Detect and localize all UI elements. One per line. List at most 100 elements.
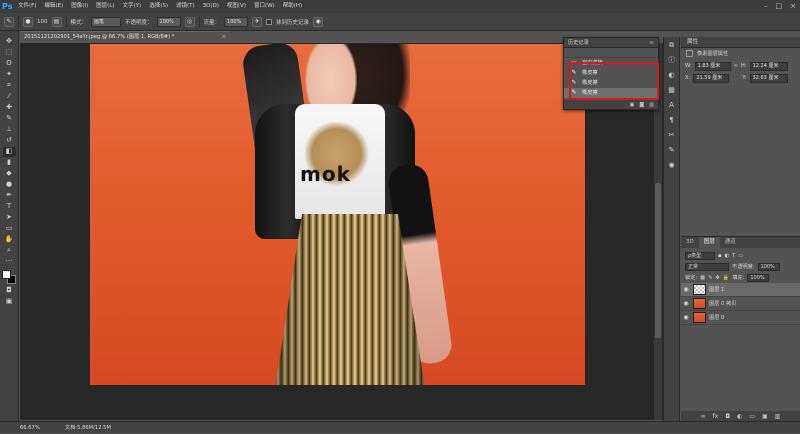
link-layers-icon[interactable]: ∞ <box>701 413 706 420</box>
blend-mode-select[interactable]: 正常 <box>685 262 729 271</box>
eye-icon[interactable]: ◉ <box>681 300 691 307</box>
pressure-size-icon[interactable]: ◉ <box>313 16 324 27</box>
screen-mode-icon[interactable]: ▣ <box>3 297 16 307</box>
new-group-icon[interactable]: ▭ <box>749 413 755 420</box>
quick-select-tool-icon[interactable]: ✦ <box>3 70 16 80</box>
marquee-tool-icon[interactable]: ⬚ <box>3 48 16 58</box>
tab-channels[interactable]: 通道 <box>720 237 741 248</box>
pen-tool-icon[interactable]: ✒ <box>3 191 16 201</box>
lock-transparent-icon[interactable]: ▦ <box>700 275 705 281</box>
menu-select[interactable]: 选择(S) <box>145 0 172 13</box>
menu-window[interactable]: 窗口(W) <box>250 0 279 13</box>
erase-to-history-checkbox[interactable] <box>266 18 273 25</box>
paragraph-panel-icon[interactable]: ¶ <box>667 116 677 125</box>
crop-tool-icon[interactable]: ⌗ <box>3 81 16 91</box>
scrollbar-thumb[interactable] <box>655 183 661 338</box>
fill-input[interactable]: 100% <box>747 273 770 282</box>
lasso-tool-icon[interactable]: ʘ <box>3 59 16 69</box>
panel-menu-icon[interactable]: ≡ <box>650 38 654 48</box>
document-tab[interactable]: 20151121202901_54aYr.jpeg @ 66.7% (图层 1,… <box>20 31 230 42</box>
adjustment-layer-icon[interactable]: ◐ <box>737 413 742 420</box>
airbrush-icon[interactable]: ✈ <box>252 16 263 27</box>
history-panel-icon[interactable]: ⧉ <box>667 41 677 50</box>
type-tool-icon[interactable]: T <box>3 202 16 212</box>
filter-pixel-icon[interactable]: ▪ <box>718 253 722 259</box>
properties-tab[interactable]: 属性 <box>681 37 800 48</box>
zoom-tool-icon[interactable]: ⌕ <box>3 246 16 256</box>
menu-3d[interactable]: 3D(D) <box>199 0 223 13</box>
lock-all-icon[interactable]: 🔒 <box>723 275 729 281</box>
close-window-button[interactable]: × <box>790 0 796 13</box>
path-select-tool-icon[interactable]: ➤ <box>3 213 16 223</box>
menu-filter[interactable]: 滤镜(T) <box>172 0 199 13</box>
dodge-tool-icon[interactable]: ● <box>3 180 16 190</box>
zoom-level[interactable]: 66.67% <box>20 422 40 434</box>
layer-filter-select[interactable]: ρ类型 <box>685 251 715 260</box>
swatches-panel-icon[interactable]: ▦ <box>667 86 677 95</box>
new-document-from-state-icon[interactable]: ▣ <box>630 102 635 108</box>
menu-layer[interactable]: 图层(L) <box>92 0 118 13</box>
close-document-icon[interactable]: × <box>222 32 226 42</box>
gradient-tool-icon[interactable]: ▮ <box>3 158 16 168</box>
tab-layers[interactable]: 图层 <box>698 237 720 248</box>
document-size[interactable]: 文档:5.86M/12.5M <box>65 422 111 434</box>
filter-shape-icon[interactable]: ▭ <box>738 253 743 259</box>
mode-select[interactable]: 画笔 <box>91 16 122 27</box>
menu-view[interactable]: 视图(V) <box>223 0 250 13</box>
pressure-opacity-icon[interactable]: ◎ <box>184 16 195 27</box>
x-field[interactable]: 21.59 厘米 <box>693 73 730 83</box>
add-mask-icon[interactable]: ◘ <box>725 413 730 420</box>
blur-tool-icon[interactable]: ◆ <box>3 169 16 179</box>
foreground-color-swatch[interactable] <box>2 270 11 279</box>
layer-opacity-input[interactable]: 100% <box>757 262 780 271</box>
edit-toolbar-icon[interactable]: ··· <box>3 257 16 267</box>
character-panel-icon[interactable]: A <box>667 101 677 110</box>
eyedropper-tool-icon[interactable]: ⁄ <box>3 92 16 102</box>
y-field[interactable]: 32.63 厘米 <box>749 73 788 83</box>
camera-snapshot-icon[interactable]: ◙ <box>639 102 644 108</box>
height-field[interactable]: 12.24 厘米 <box>749 61 788 71</box>
shape-tool-icon[interactable]: ▭ <box>3 224 16 234</box>
filter-type-icon[interactable]: T <box>732 253 735 259</box>
eraser-tool-icon[interactable]: ◧ <box>2 147 16 157</box>
width-field[interactable]: 1.83 厘米 <box>694 61 731 71</box>
healing-brush-tool-icon[interactable]: ✚ <box>3 103 16 113</box>
tab-3d[interactable]: 3D <box>681 237 699 248</box>
fx-icon[interactable]: fx <box>713 413 719 420</box>
move-tool-icon[interactable]: ✥ <box>3 37 16 47</box>
document-canvas-image[interactable]: mok <box>90 44 585 385</box>
layer-item[interactable]: ◉ 图层 0 <box>681 311 800 325</box>
clone-stamp-tool-icon[interactable]: ⊥ <box>3 125 16 135</box>
menu-type[interactable]: 文字(Y) <box>119 0 146 13</box>
menu-help[interactable]: 帮助(H) <box>279 0 306 13</box>
lock-paint-icon[interactable]: ✎ <box>708 275 712 281</box>
tool-presets-icon[interactable]: ✂ <box>667 131 677 140</box>
adjustments-panel-icon[interactable]: ◉ <box>667 161 677 170</box>
color-swatches[interactable] <box>2 270 16 284</box>
brush-tool-icon[interactable]: ✎ <box>3 114 16 124</box>
lock-move-icon[interactable]: ✥ <box>715 275 719 281</box>
history-brush-tool-icon[interactable]: ↺ <box>3 136 16 146</box>
layer-item[interactable]: ◉ 图层 1 <box>681 283 800 297</box>
menu-image[interactable]: 图像(I) <box>67 0 92 13</box>
history-panel-title[interactable]: 历史记录 <box>568 40 589 46</box>
quick-mask-icon[interactable]: ◘ <box>3 286 16 296</box>
delete-layer-icon[interactable]: ▥ <box>775 413 781 420</box>
brush-preset-icon[interactable]: ● <box>23 16 33 27</box>
filter-adjust-icon[interactable]: ◐ <box>725 253 730 259</box>
trash-icon[interactable]: ▥ <box>649 102 654 108</box>
brush-panel-icon[interactable]: ✎ <box>667 146 677 155</box>
layer-item[interactable]: ◉ 图层 0 拷贝 <box>681 297 800 311</box>
eye-icon[interactable]: ◉ <box>681 314 691 321</box>
eye-icon[interactable]: ◉ <box>681 286 691 293</box>
history-snapshot[interactable] <box>564 48 658 58</box>
link-icon[interactable]: ∞ <box>734 63 738 69</box>
hand-tool-icon[interactable]: ✋ <box>3 235 16 245</box>
minimize-button[interactable]: – <box>764 0 768 13</box>
menu-edit[interactable]: 编辑(E) <box>40 0 67 13</box>
maximize-button[interactable]: □ <box>776 0 783 13</box>
flow-input[interactable]: 100% <box>224 16 249 27</box>
menu-file[interactable]: 文件(F) <box>14 0 40 13</box>
opacity-input[interactable]: 100% <box>156 16 181 27</box>
brush-panel-icon[interactable]: ▤ <box>51 16 62 27</box>
